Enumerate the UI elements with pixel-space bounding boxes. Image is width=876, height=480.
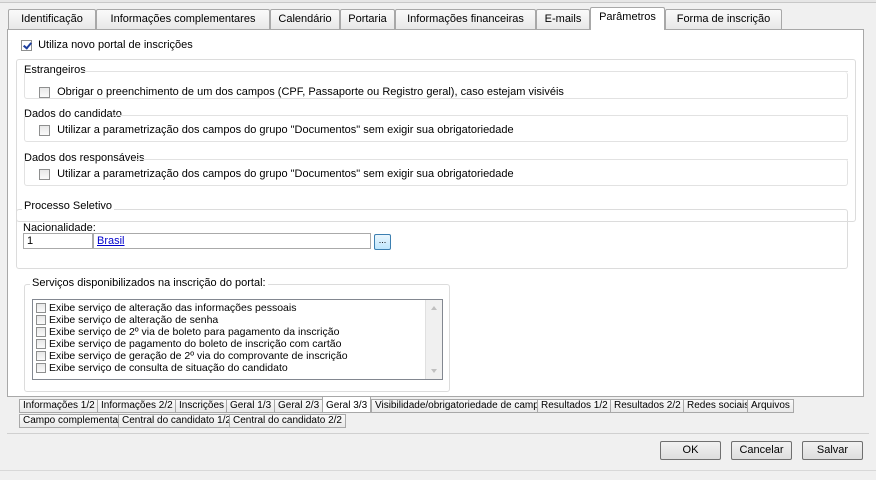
- btab-resultados-2-2[interactable]: Resultados 2/2: [610, 399, 685, 413]
- tab-emails[interactable]: E-mails: [536, 9, 590, 29]
- btab-central-candidato-1-2[interactable]: Central do candidato 1/2: [118, 414, 235, 428]
- servicos-item-checkbox[interactable]: [36, 363, 46, 373]
- servicos-listbox[interactable]: Exibe serviço de alteração das informaçõ…: [32, 299, 443, 380]
- parametros-panel: Utiliza novo portal de inscrições Estran…: [7, 29, 864, 397]
- servicos-item-checkbox[interactable]: [36, 339, 46, 349]
- estrangeiros-checkbox[interactable]: [39, 86, 50, 98]
- servicos-item-3[interactable]: Exibe serviço de 2º via de boleto para p…: [36, 327, 339, 338]
- servicos-item-checkbox[interactable]: [36, 351, 46, 361]
- save-button[interactable]: Salvar: [802, 441, 863, 460]
- servicos-item-checkbox[interactable]: [36, 327, 46, 337]
- tab-informacoes-complementares[interactable]: Informações complementares: [96, 9, 270, 29]
- btab-central-candidato-2-2[interactable]: Central do candidato 2/2: [229, 414, 346, 428]
- tab-parametros[interactable]: Parâmetros: [590, 7, 665, 30]
- servicos-item-6[interactable]: Exibe serviço de consulta de situação do…: [36, 363, 288, 374]
- footer-separator: [7, 433, 869, 434]
- nacionalidade-lookup-button[interactable]: ...: [374, 234, 391, 250]
- dados-responsaveis-checkbox[interactable]: [39, 168, 50, 180]
- tab-calendario[interactable]: Calendário: [270, 9, 340, 29]
- btab-geral-2-3[interactable]: Geral 2/3: [274, 399, 324, 413]
- dados-responsaveis-option-row[interactable]: Utilizar a parametrização dos campos do …: [39, 168, 514, 180]
- nacionalidade-name-link[interactable]: Brasil: [97, 235, 125, 247]
- servicos-title: Serviços disponibilizados na inscrição d…: [30, 277, 268, 289]
- use-new-portal-row[interactable]: Utiliza novo portal de inscrições: [21, 39, 193, 51]
- scroll-down-icon[interactable]: [431, 369, 437, 373]
- tab-portaria[interactable]: Portaria: [340, 9, 395, 29]
- servicos-item-1[interactable]: Exibe serviço de alteração das informaçõ…: [36, 303, 296, 314]
- tab-informacoes-financeiras[interactable]: Informações financeiras: [395, 9, 536, 29]
- servicos-item-label: Exibe serviço de 2º via de boleto para p…: [49, 326, 340, 338]
- btab-informacoes-1-2[interactable]: Informações 1/2: [19, 399, 99, 413]
- dados-candidato-option-row[interactable]: Utilizar a parametrização dos campos do …: [39, 124, 514, 136]
- servicos-item-label: Exibe serviço de alteração das informaçõ…: [49, 302, 297, 314]
- ok-button[interactable]: OK: [660, 441, 721, 460]
- servicos-scrollbar[interactable]: [425, 300, 442, 379]
- processo-seletivo-title: Processo Seletivo: [22, 200, 115, 212]
- dados-responsaveis-option-label: Utilizar a parametrização dos campos do …: [57, 168, 514, 180]
- estrangeiros-divider: [80, 71, 848, 72]
- tab-forma-de-inscricao[interactable]: Forma de inscrição: [665, 9, 782, 29]
- scroll-up-icon[interactable]: [431, 306, 437, 310]
- window-top-edge: [0, 0, 876, 3]
- dados-candidato-option-label: Utilizar a parametrização dos campos do …: [57, 124, 514, 136]
- servicos-item-label: Exibe serviço de consulta de situação do…: [49, 362, 288, 374]
- servicos-item-5[interactable]: Exibe serviço de geração de 2º via do co…: [36, 351, 348, 362]
- cancel-button[interactable]: Cancelar: [731, 441, 792, 460]
- use-new-portal-label: Utiliza novo portal de inscrições: [38, 39, 193, 51]
- btab-informacoes-2-2[interactable]: Informações 2/2: [97, 399, 177, 413]
- nacionalidade-code-input[interactable]: 1: [23, 233, 93, 249]
- use-new-portal-checkbox[interactable]: [21, 39, 32, 51]
- estrangeiros-option-row[interactable]: Obrigar o preenchimento de um dos campos…: [39, 86, 564, 98]
- btab-geral-3-3[interactable]: Geral 3/3: [322, 397, 372, 413]
- tab-identificacao[interactable]: Identificação: [8, 9, 96, 29]
- btab-inscricoes[interactable]: Inscrições: [175, 399, 229, 413]
- servicos-item-checkbox[interactable]: [36, 315, 46, 325]
- btab-visibilidade-obrigatoriedade[interactable]: Visibilidade/obrigatoriedade de campos: [371, 399, 554, 413]
- btab-geral-1-3[interactable]: Geral 1/3: [226, 399, 276, 413]
- servicos-item-checkbox[interactable]: [36, 303, 46, 313]
- dados-candidato-checkbox[interactable]: [39, 124, 50, 136]
- btab-resultados-1-2[interactable]: Resultados 1/2: [537, 399, 612, 413]
- nacionalidade-name-field[interactable]: Brasil: [93, 233, 371, 249]
- window-bottom-edge: [0, 470, 876, 480]
- servicos-item-2[interactable]: Exibe serviço de alteração de senha: [36, 315, 218, 326]
- servicos-item-label: Exibe serviço de alteração de senha: [49, 314, 219, 326]
- btab-arquivos[interactable]: Arquivos: [747, 399, 794, 413]
- servicos-item-label: Exibe serviço de pagamento do boleto de …: [49, 338, 342, 350]
- btab-redes-sociais[interactable]: Redes sociais: [683, 399, 754, 413]
- estrangeiros-option-label: Obrigar o preenchimento de um dos campos…: [57, 86, 564, 98]
- servicos-item-4[interactable]: Exibe serviço de pagamento do boleto de …: [36, 339, 341, 350]
- servicos-item-label: Exibe serviço de geração de 2º via do co…: [49, 350, 348, 362]
- btab-campo-complementar[interactable]: Campo complementar: [19, 414, 126, 428]
